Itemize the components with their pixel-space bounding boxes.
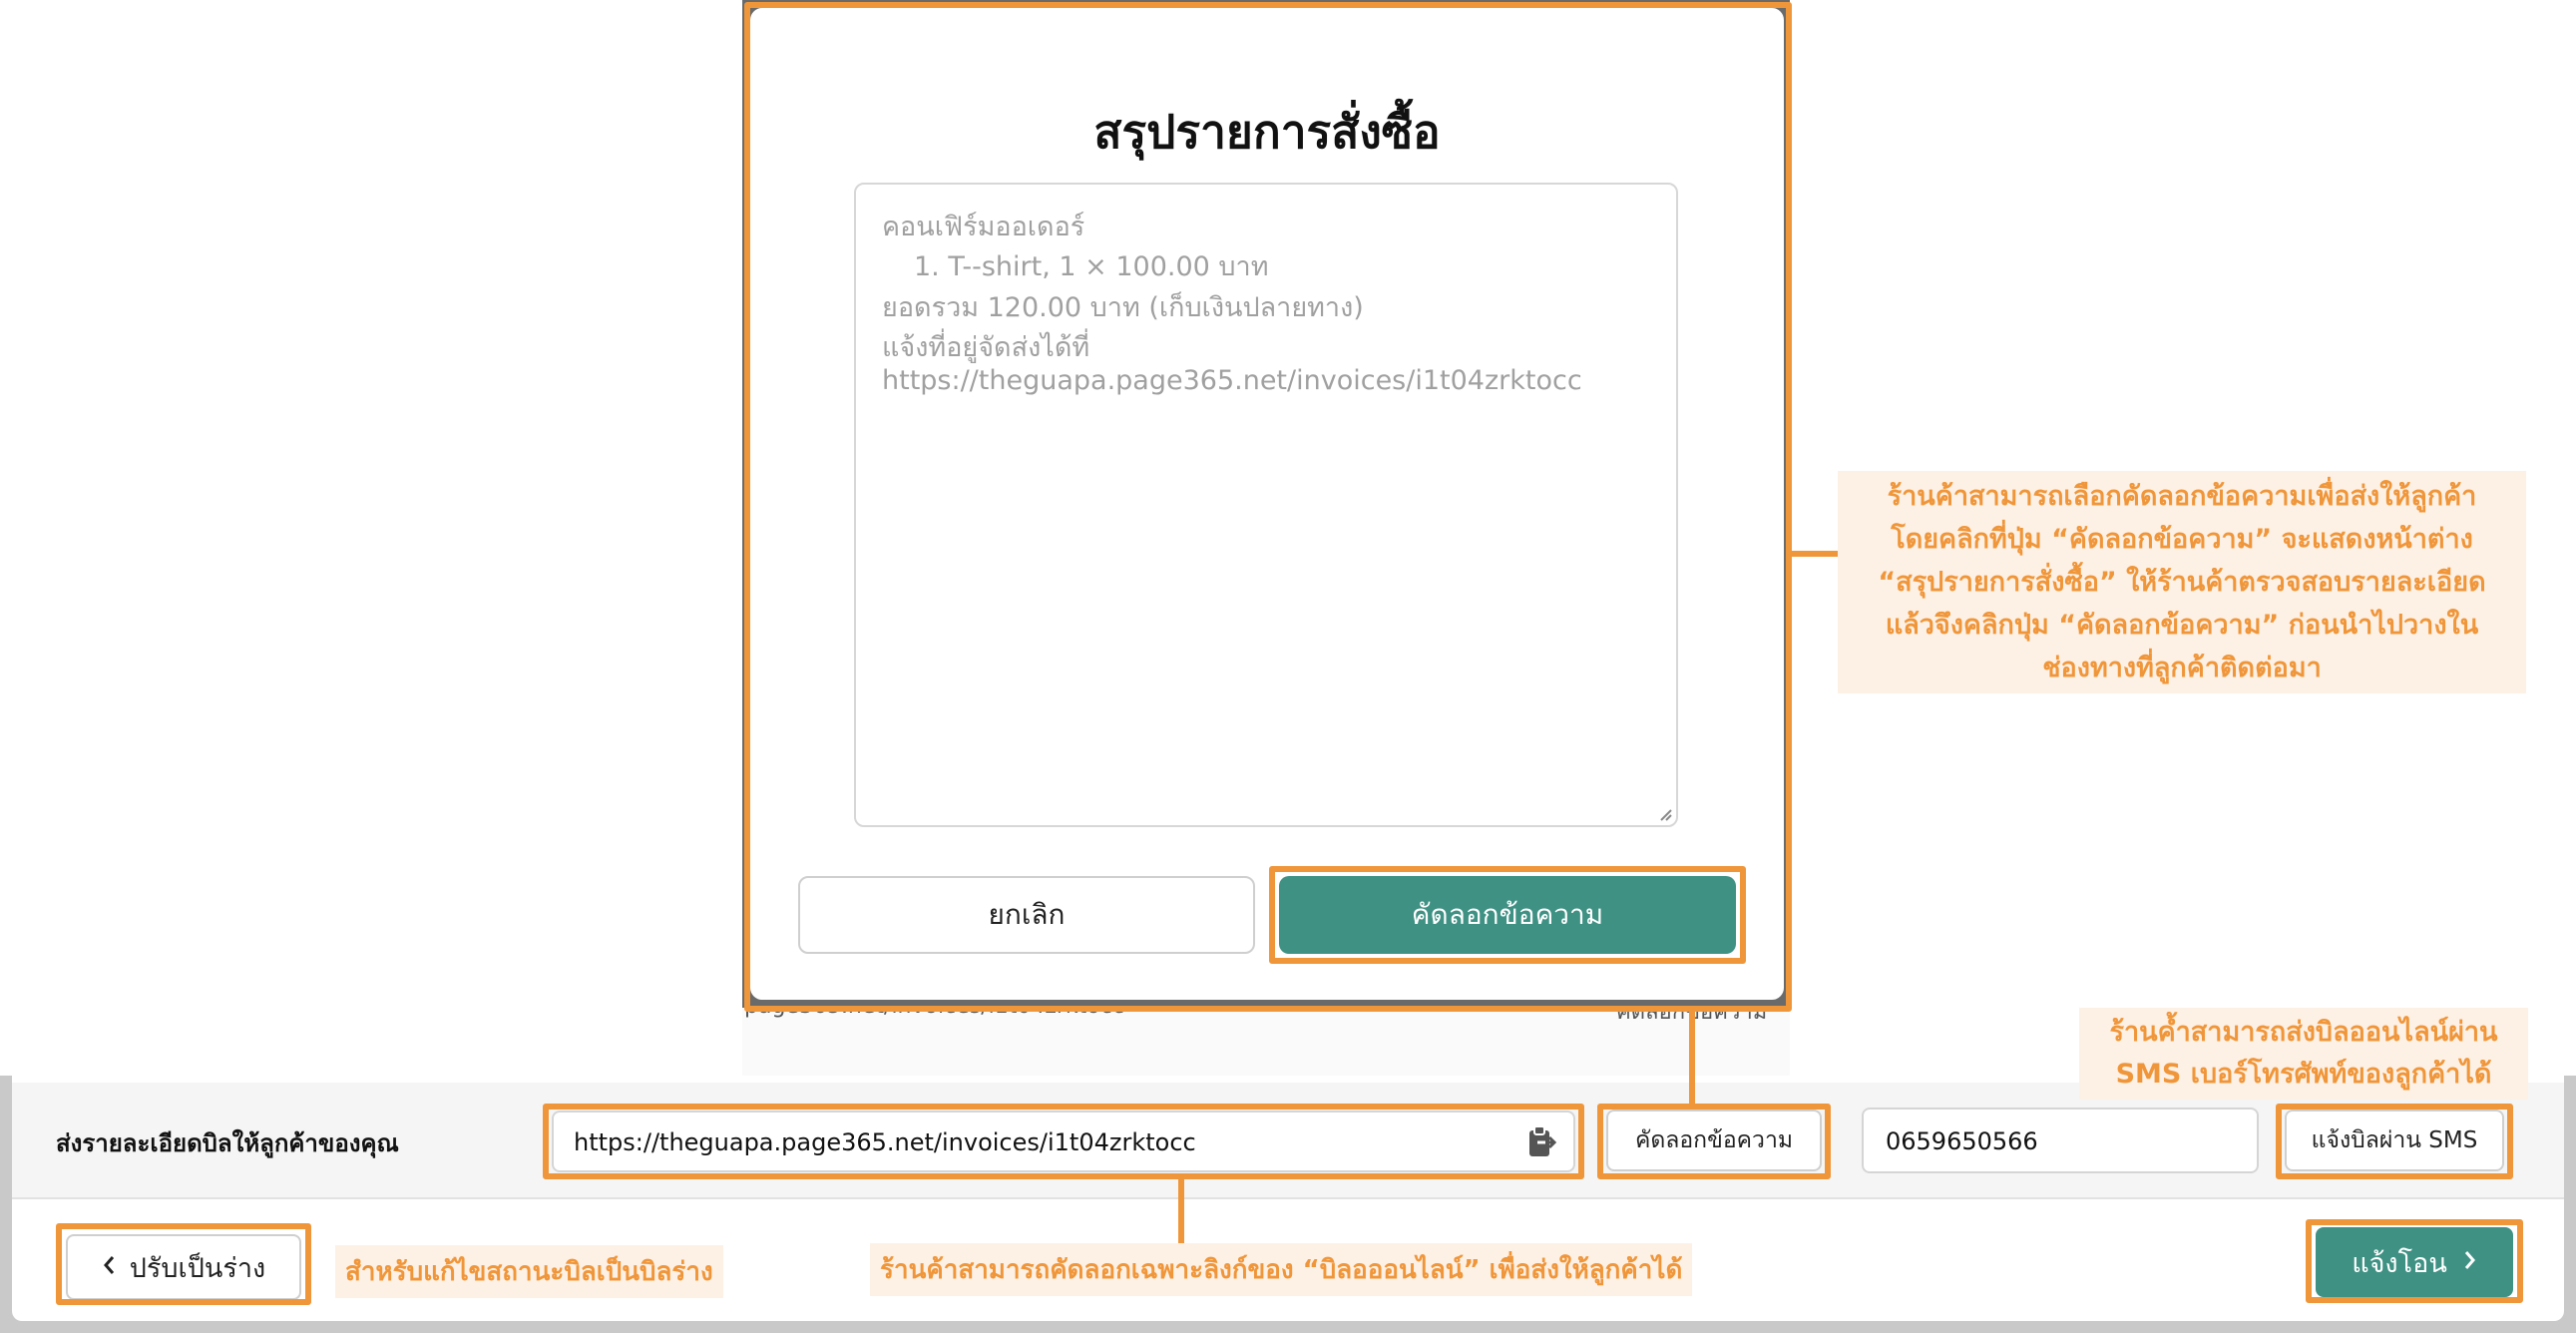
copy-button-highlight [1269, 866, 1746, 964]
connector-line [1178, 1179, 1184, 1245]
connector-line [1689, 1012, 1695, 1104]
modal-highlight [744, 2, 1792, 1012]
modal-annotation-note: ร้านค้าสามารถเลือกคัดลอกข้อความเพื่อส่งใ… [1838, 471, 2526, 693]
sms-button-highlight [2276, 1104, 2513, 1179]
url-field-highlight [543, 1104, 1584, 1179]
phone-value: 0659650566 [1886, 1127, 2038, 1155]
draft-button-highlight [56, 1223, 311, 1305]
phone-input[interactable]: 0659650566 [1862, 1108, 2259, 1173]
link-annotation-note: ร้านค้าสามารถคัดลอกเฉพาะลิงก์ของ “บิลอออ… [870, 1243, 1693, 1296]
notify-button-highlight [2306, 1219, 2523, 1303]
copy-small-highlight [1597, 1104, 1831, 1179]
sms-annotation-note: ร้านค้ำสามารถส่งบิลออนไลน์ผ่าน SMS เบอร์… [2079, 1008, 2528, 1100]
draft-annotation-note: สำหรับแก้ไขสถานะบิลเป็นบิลร่าง [335, 1245, 723, 1298]
send-bill-label: ส่งรายละเอียดบิลให้ลูกค้าของคุณ [56, 1129, 399, 1157]
